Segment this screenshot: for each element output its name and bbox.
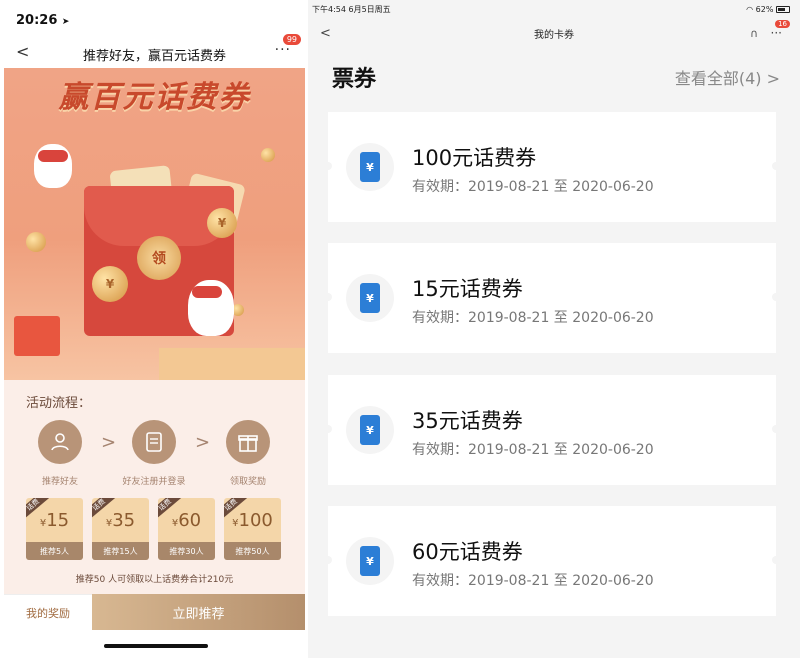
- step-label: 推荐好友: [41, 477, 78, 487]
- status-datetime: 下午4:54 6月5日周五: [312, 4, 391, 14]
- coupon-validity: 有效期：2019-08-21 至 2020-06-20: [412, 179, 654, 195]
- home-indicator: [104, 644, 208, 648]
- more-button[interactable]: ···: [771, 26, 782, 40]
- back-button[interactable]: <: [16, 42, 29, 61]
- coupon-validity: 有效期：2019-08-21 至 2020-06-20: [412, 442, 654, 458]
- reward-ticket: 话费 ¥100 推荐50人: [224, 498, 281, 560]
- coupon-card[interactable]: ¥ 15元话费券 有效期：2019-08-21 至 2020-06-20: [324, 243, 780, 353]
- gold-ball: [261, 148, 275, 162]
- reward-ticket: 话费 ¥35 推荐15人: [92, 498, 149, 560]
- location-icon: ➤: [61, 16, 70, 27]
- status-bar: 下午4:54 6月5日周五 ◠ 62%: [308, 0, 800, 18]
- hero-banner: 赢百元话费券 领: [4, 68, 305, 380]
- mascot-cat: [188, 280, 234, 336]
- reward-ticket: 话费 ¥15 推荐5人: [26, 498, 83, 560]
- document-icon: [132, 420, 176, 464]
- step-claim: 领取奖励: [208, 420, 288, 487]
- notification-badge: 99: [282, 34, 301, 45]
- mascot-cat: [34, 144, 72, 188]
- phone-bill-icon: ¥: [346, 274, 394, 322]
- view-all-link[interactable]: 查看全部(4) >: [675, 65, 780, 89]
- battery-level: 62%: [755, 4, 774, 14]
- nav-bar: < 推荐好友，赢百元话费券 ··· 99: [4, 34, 305, 68]
- battery-icon: [776, 5, 790, 13]
- coupon-name: 35元话费券: [412, 409, 523, 433]
- gold-ball: [26, 232, 46, 252]
- step-recommend: 推荐好友: [20, 420, 100, 487]
- step-label: 领取奖励: [229, 477, 266, 487]
- section-title: 票券: [332, 67, 377, 92]
- phone-bill-icon: ¥: [346, 537, 394, 585]
- coupon-card[interactable]: ¥ 100元话费券 有效期：2019-08-21 至 2020-06-20: [324, 112, 780, 222]
- phone-bill-icon: ¥: [346, 143, 394, 191]
- bottom-action-bar: 我的奖励 立即推荐: [4, 594, 305, 630]
- coupon-card[interactable]: ¥ 35元话费券 有效期：2019-08-21 至 2020-06-20: [324, 375, 780, 485]
- headset-icon[interactable]: ∩: [750, 27, 758, 40]
- coupon-validity: 有效期：2019-08-21 至 2020-06-20: [412, 573, 654, 589]
- coupon-card[interactable]: ¥ 60元话费券 有效期：2019-08-21 至 2020-06-20: [324, 506, 780, 616]
- step-label: 好友注册并登录: [122, 477, 186, 487]
- wifi-icon: ◠: [746, 4, 754, 14]
- page-title: 我的卡券: [534, 29, 574, 41]
- status-time: 20:26: [16, 12, 58, 28]
- my-rewards-button[interactable]: 我的奖励: [4, 594, 92, 630]
- coupon-validity: 有效期：2019-08-21 至 2020-06-20: [412, 310, 654, 326]
- status-bar: 20:26 ➤ ▮▮▮ ◠: [4, 0, 305, 40]
- section-header: 票券 查看全部(4) >: [332, 60, 780, 94]
- stage-platform: [159, 348, 305, 380]
- user-add-icon: [38, 420, 82, 464]
- coupon-name: 100元话费券: [412, 146, 537, 170]
- notification-badge: 16: [775, 20, 790, 28]
- hero-title: 赢百元话费券: [58, 80, 251, 115]
- coin-icon: [92, 266, 128, 302]
- phone-bill-icon: ¥: [346, 406, 394, 454]
- tablet-my-coupons-page: 下午4:54 6月5日周五 ◠ 62% < 我的卡券 ∩ ··· 16 票券 查…: [308, 0, 800, 658]
- phone-referral-page: 20:26 ➤ ▮▮▮ ◠ < 推荐好友，赢百元话费券 ··· 99 赢百元话费…: [4, 0, 305, 658]
- recommend-now-button[interactable]: 立即推荐: [92, 594, 305, 630]
- process-title: 活动流程：: [26, 396, 92, 411]
- claim-coin: 领: [137, 236, 181, 280]
- process-footnote: 推荐50 人可领取以上话费券合计210元: [75, 575, 234, 585]
- step-register: 好友注册并登录: [114, 420, 194, 487]
- page-title: 推荐好友，赢百元话费券: [82, 48, 226, 64]
- coupon-name: 15元话费券: [412, 277, 523, 301]
- screenshot-pair: 20:26 ➤ ▮▮▮ ◠ < 推荐好友，赢百元话费券 ··· 99 赢百元话费…: [0, 0, 800, 658]
- activity-process: 活动流程： 推荐好友 > 好友注册并登录 > 领取奖励 话费 ¥15 推荐5人 …: [4, 380, 305, 594]
- reward-ticket: 话费 ¥60 推荐30人: [158, 498, 215, 560]
- gift-box-illustration: [14, 316, 60, 356]
- nav-bar: < 我的卡券 ∩ ··· 16: [308, 18, 800, 48]
- back-button[interactable]: <: [320, 26, 331, 41]
- coupon-name: 60元话费券: [412, 540, 523, 564]
- coin-icon: [207, 208, 237, 238]
- gift-icon: [226, 420, 270, 464]
